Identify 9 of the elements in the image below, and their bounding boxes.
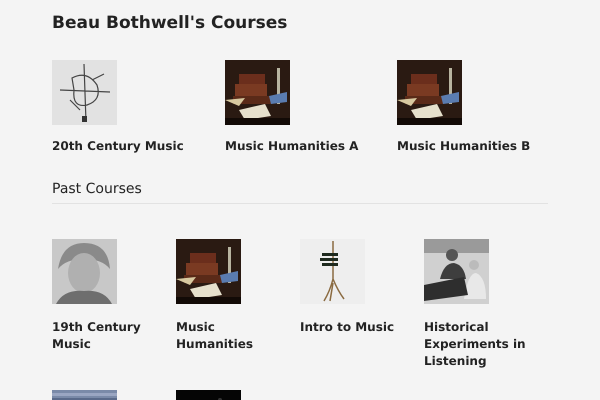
course-link[interactable]: Historical Experiments in Listening: [424, 319, 542, 370]
course-link[interactable]: Music Humanities A: [225, 138, 358, 155]
page-title: Beau Bothwell's Courses: [52, 12, 288, 34]
section-heading: Past Courses: [52, 179, 548, 204]
course-link[interactable]: Music Humanities B: [397, 138, 530, 155]
course-link[interactable]: 20th Century Music: [52, 138, 184, 155]
course-link[interactable]: 19th Century Music: [52, 319, 170, 353]
course-link[interactable]: Intro to Music: [300, 319, 394, 336]
course-link[interactable]: Music Humanities: [176, 319, 294, 353]
